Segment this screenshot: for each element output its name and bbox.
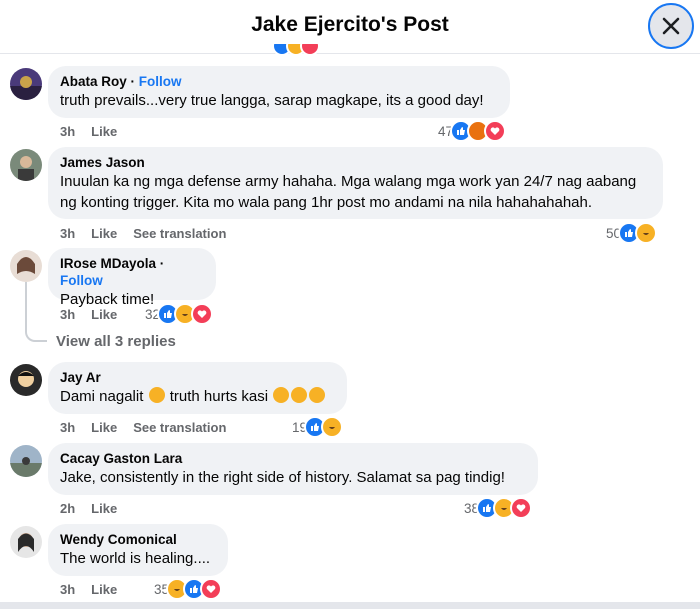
laughing-emoji-icon [273,387,290,403]
reaction-summary[interactable]: 38 [464,497,533,519]
reaction-summary[interactable]: 47 [438,120,507,142]
comment-actions: 2h Like [60,499,117,517]
close-button[interactable] [648,3,694,49]
laughing-emoji-icon [291,387,308,403]
reaction-summary[interactable]: 32 [145,303,214,325]
follow-button[interactable]: Follow [139,74,182,89]
comment-time[interactable]: 3h [60,307,75,322]
comment-bubble: Wendy Comonical The world is healing.... [48,524,228,576]
see-translation-link[interactable]: See translation [133,226,226,241]
comment-time[interactable]: 3h [60,124,75,139]
post-header: Jake Ejercito's Post [0,0,700,54]
comment-text: Dami nagalit truth hurts kasi [60,386,335,407]
reaction-summary[interactable]: 19 [292,416,344,438]
reply-thread-line [25,282,47,342]
see-translation-link[interactable]: See translation [133,420,226,435]
comment-actions: 3h Like See translation [60,418,226,436]
comment-text-part: Dami nagalit [60,388,144,405]
bottom-divider [0,602,700,609]
love-reaction-icon [191,303,214,325]
comment-author[interactable]: Jay Ar [60,369,335,386]
comment-time[interactable]: 2h [60,501,75,516]
post-title: Jake Ejercito's Post [251,13,449,36]
comment-bubble: James Jason Inuulan ka ng mga defense ar… [48,147,663,219]
haha-reaction-icon [635,222,658,244]
comment-time[interactable]: 3h [60,420,75,435]
like-button[interactable]: Like [91,307,117,322]
comment-text: truth prevails...very true langga, sarap… [60,92,484,109]
avatar[interactable] [10,445,42,477]
comment-author[interactable]: James Jason [60,154,651,171]
follow-button[interactable]: Follow [60,273,103,288]
comment-actions: 3h Like See translation [60,224,226,242]
comment-bubble: IRose MDayola · Follow Payback time! [48,248,216,308]
close-icon [662,17,680,35]
avatar[interactable] [10,526,42,558]
comment-time[interactable]: 3h [60,582,75,597]
like-button[interactable]: Like [91,582,117,597]
comment-bubble: Jay Ar Dami nagalit truth hurts kasi [48,362,347,414]
laughing-emoji-icon [148,387,165,403]
like-button[interactable]: Like [91,226,117,241]
comment-text: Jake, consistently in the right side of … [60,469,505,486]
love-reaction-icon [510,497,533,519]
view-replies-link[interactable]: View all 3 replies [56,333,176,350]
comment-author[interactable]: Wendy Comonical [60,531,216,548]
like-button[interactable]: Like [91,501,117,516]
comment-author[interactable]: IRose MDayola [60,256,156,271]
avatar[interactable] [10,149,42,181]
haha-reaction-icon [321,416,344,438]
like-button[interactable]: Like [91,124,117,139]
comment-bubble: Abata Roy · Follow truth prevails...very… [48,66,510,118]
avatar[interactable] [10,68,42,100]
comment-actions: 3h Like [60,580,117,598]
reaction-summary[interactable]: 50 [606,222,658,244]
reaction-summary[interactable]: 35 [154,578,223,600]
comment-text-part: truth hurts kasi [169,388,269,405]
comment-bubble: Cacay Gaston Lara Jake, consistently in … [48,443,538,495]
comment-text: The world is healing.... [60,550,211,567]
comment-text-line: Inuulan ka ng mga defense army hahaha. M… [60,173,637,190]
avatar[interactable] [10,250,42,282]
love-reaction-icon [484,120,507,142]
like-button[interactable]: Like [91,420,117,435]
laughing-emoji-icon [309,387,326,403]
love-reaction-icon [200,578,223,600]
post-reactions-peek [272,44,324,56]
avatar[interactable] [10,364,42,396]
comment-time[interactable]: 3h [60,226,75,241]
comment-author[interactable]: Abata Roy [60,74,127,89]
comment-actions: 3h Like [60,305,117,323]
comment-actions: 3h Like [60,122,117,140]
comment-text-line: ng konting trigger. Kita mo wala pang 1h… [60,194,593,211]
comment-author[interactable]: Cacay Gaston Lara [60,450,526,467]
